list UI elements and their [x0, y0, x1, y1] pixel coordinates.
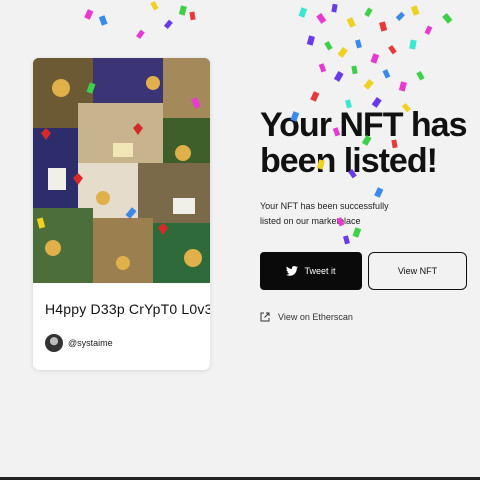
view-on-etherscan-link[interactable]: View on Etherscan [260, 312, 353, 322]
page-headline: Your NFT has been listed! [260, 106, 468, 180]
etherscan-link-label: View on Etherscan [278, 312, 353, 322]
tweet-button-label: Tweet it [304, 266, 336, 276]
twitter-bird-icon [286, 266, 299, 276]
creator-name: @systaime [68, 338, 113, 348]
view-nft-button[interactable]: View NFT [368, 252, 467, 290]
creator-avatar [45, 334, 63, 352]
listing-description: Your NFT has been successfully listed on… [260, 201, 389, 226]
tweet-button[interactable]: Tweet it [260, 252, 362, 290]
creator-info[interactable]: @systaime [45, 334, 113, 352]
view-nft-button-label: View NFT [397, 266, 438, 276]
external-link-icon [260, 312, 270, 322]
nft-title: H4ppy D33p CrYpT0 L0v3 [45, 301, 210, 317]
nft-card[interactable]: H4ppy D33p CrYpT0 L0v3 @systaime [33, 58, 210, 370]
nft-artwork-image [33, 58, 210, 283]
